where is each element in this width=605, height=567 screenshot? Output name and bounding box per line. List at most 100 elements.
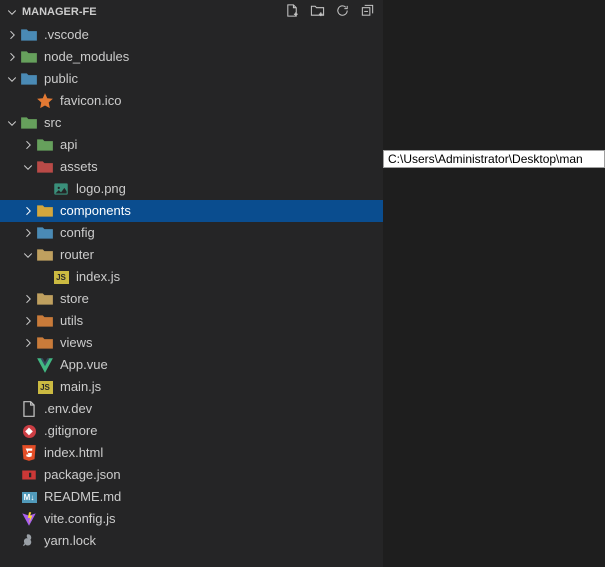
folder-icon [36,224,54,242]
chevron-right-icon[interactable] [4,49,20,65]
chevron-right-icon[interactable] [20,335,36,351]
folder-icon [36,136,54,154]
new-folder-icon[interactable] [310,3,325,21]
folder-icon [36,290,54,308]
tree-label: views [60,332,93,354]
tree-file[interactable]: ◆ .gitignore [0,420,383,442]
chevron-placeholder [4,489,20,505]
tree-label: config [60,222,95,244]
folder-icon [36,312,54,330]
chevron-down-icon[interactable] [20,247,36,263]
tree-file[interactable]: JSindex.js [0,266,383,288]
chevron-placeholder [36,269,52,285]
chevron-placeholder [20,379,36,395]
js-icon: JS [36,378,54,396]
chevron-right-icon[interactable] [4,27,20,43]
tree-file[interactable]: yarn.lock [0,530,383,552]
folder-icon [36,202,54,220]
vite-icon [20,510,38,528]
chevron-right-icon[interactable] [20,225,36,241]
tree-file[interactable]: package.json [0,464,383,486]
chevron-placeholder [36,181,52,197]
tree-label: utils [60,310,83,332]
tree-label: .env.dev [44,398,92,420]
tree-label: assets [60,156,98,178]
markdown-icon: M↓ [20,488,38,506]
refresh-icon[interactable] [335,3,350,21]
tree-file[interactable]: JS main.js [0,376,383,398]
folder-icon [36,246,54,264]
explorer-actions [285,3,375,21]
tree-folder[interactable]: src [0,112,383,134]
tree-label: yarn.lock [44,530,96,552]
file-tree: .vscodenode_modulespublicfavicon.icosrca… [0,24,383,560]
git-icon: ◆ [20,422,38,440]
chevron-down-icon[interactable] [20,159,36,175]
tree-file[interactable]: M↓README.md [0,486,383,508]
tree-label: node_modules [44,46,129,68]
tree-file[interactable]: vite.config.js [0,508,383,530]
tree-folder[interactable]: views [0,332,383,354]
chevron-placeholder [4,533,20,549]
tree-folder[interactable]: components [0,200,383,222]
yarn-icon [20,532,38,550]
explorer-sidebar: MANAGER-FE .vscodenode_modulespublicfavi… [0,0,383,567]
chevron-right-icon[interactable] [20,291,36,307]
chevron-down-icon[interactable] [4,71,20,87]
folder-icon [20,114,38,132]
tree-label: .vscode [44,24,89,46]
tree-label: App.vue [60,354,108,376]
chevron-placeholder [20,93,36,109]
tree-file[interactable]: App.vue [0,354,383,376]
folder-icon [20,70,38,88]
tree-folder[interactable]: config [0,222,383,244]
js-icon: JS [52,268,70,286]
project-title: MANAGER-FE [22,6,97,18]
tree-label: api [60,134,77,156]
chevron-placeholder [4,511,20,527]
npm-icon [20,466,38,484]
chevron-down-icon[interactable] [4,115,20,131]
folder-icon [20,26,38,44]
tree-label: components [60,200,131,222]
vue-icon [36,356,54,374]
tree-folder[interactable]: public [0,68,383,90]
tree-folder[interactable]: router [0,244,383,266]
tree-label: src [44,112,61,134]
collapse-all-icon[interactable] [360,3,375,21]
explorer-header: MANAGER-FE [0,0,383,24]
path-tooltip: C:\Users\Administrator\Desktop\man [383,150,605,168]
tree-file[interactable]: favicon.ico [0,90,383,112]
tree-folder[interactable]: .vscode [0,24,383,46]
chevron-down-icon[interactable] [4,4,20,20]
tree-label: router [60,244,94,266]
chevron-placeholder [20,357,36,373]
folder-icon [36,334,54,352]
image-icon [52,180,70,198]
folder-icon [20,48,38,66]
new-file-icon[interactable] [285,3,300,21]
chevron-placeholder [4,423,20,439]
tree-label: logo.png [76,178,126,200]
tree-folder[interactable]: node_modules [0,46,383,68]
chevron-placeholder [4,401,20,417]
chevron-right-icon[interactable] [20,313,36,329]
tree-label: store [60,288,89,310]
tree-folder[interactable]: assets [0,156,383,178]
folder-icon [36,158,54,176]
html-icon [20,444,38,462]
chevron-right-icon[interactable] [20,203,36,219]
tree-file[interactable]: index.html [0,442,383,464]
tree-folder[interactable]: utils [0,310,383,332]
chevron-placeholder [4,467,20,483]
tree-file[interactable]: logo.png [0,178,383,200]
tree-label: index.html [44,442,103,464]
tree-label: main.js [60,376,101,398]
tree-label: .gitignore [44,420,97,442]
chevron-right-icon[interactable] [20,137,36,153]
tree-label: favicon.ico [60,90,121,112]
tree-label: vite.config.js [44,508,116,530]
tree-file[interactable]: .env.dev [0,398,383,420]
tree-folder[interactable]: store [0,288,383,310]
tree-folder[interactable]: api [0,134,383,156]
